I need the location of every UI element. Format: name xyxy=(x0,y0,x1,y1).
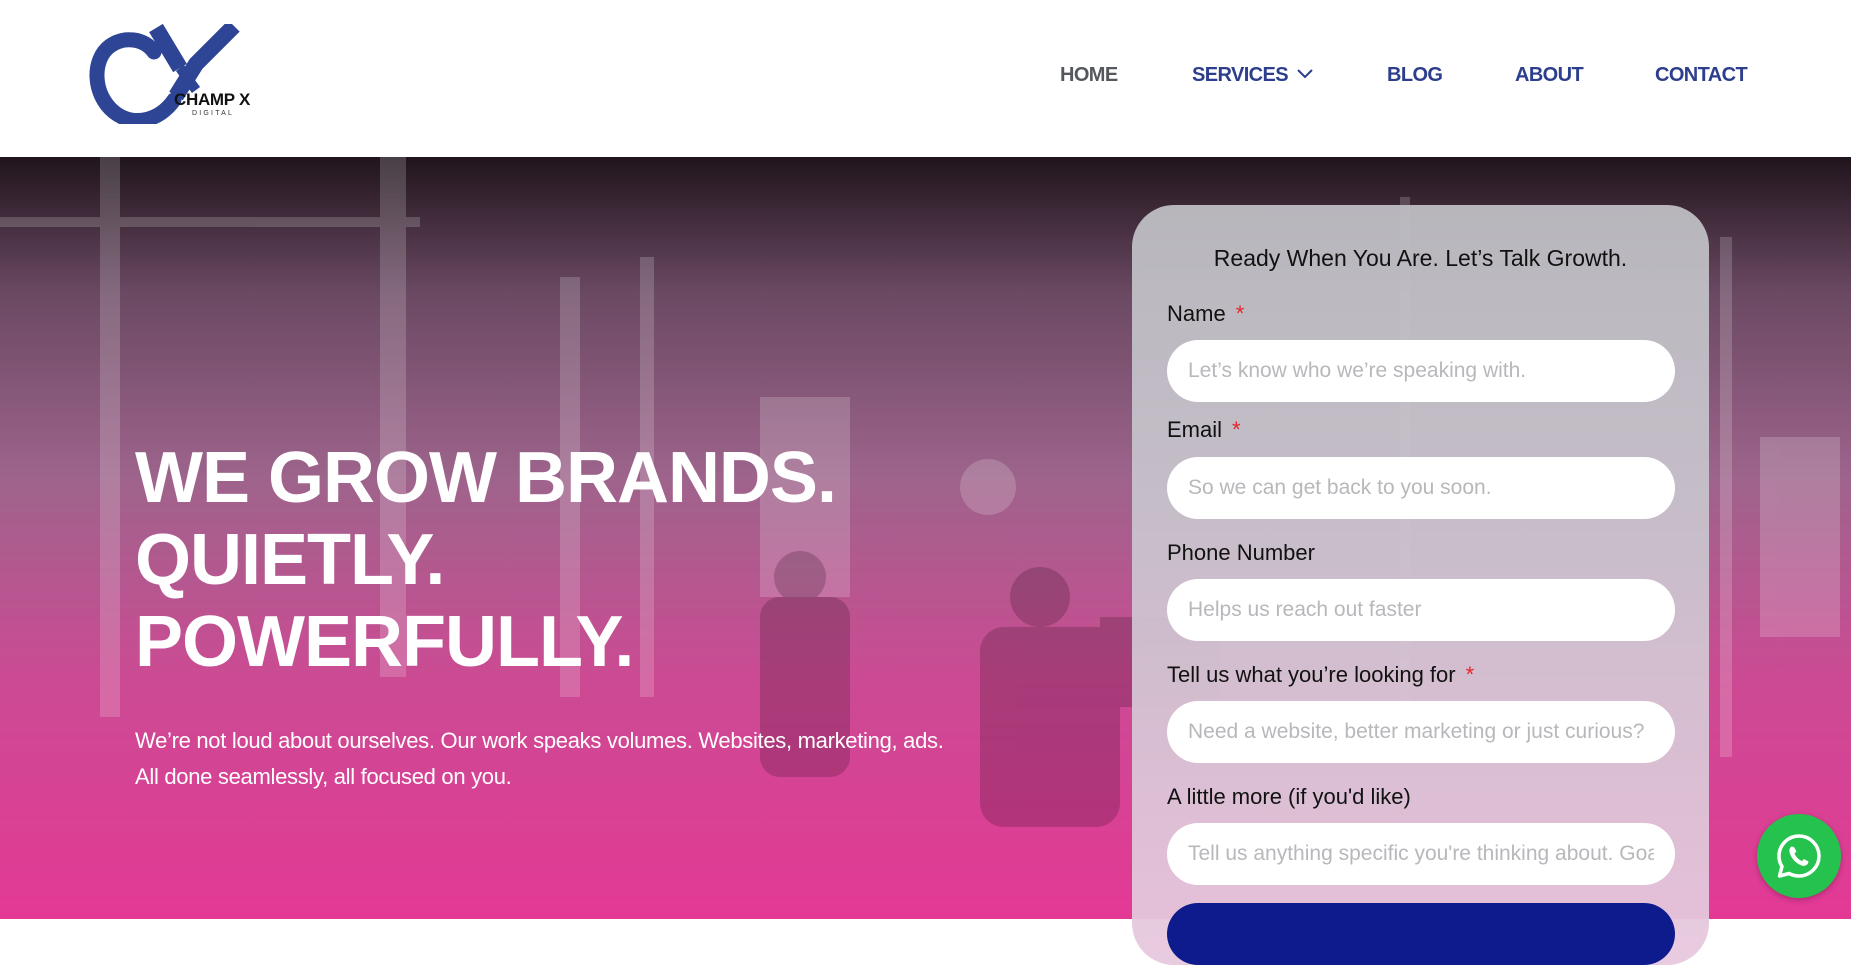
hero-title-line: WE GROW BRANDS. xyxy=(135,438,837,518)
nav-home[interactable]: HOME xyxy=(1060,64,1118,87)
details-input[interactable] xyxy=(1167,823,1675,885)
whatsapp-icon xyxy=(1777,834,1821,878)
phone-label: Phone Number xyxy=(1167,540,1315,566)
hero-title: WE GROW BRANDS. QUIETLY. POWERFULLY. xyxy=(135,437,1035,683)
phone-input[interactable] xyxy=(1167,579,1675,641)
main-nav: HOME SERVICES BLOG ABOUT CONTACT xyxy=(0,64,1851,94)
form-title: Ready When You Are. Let’s Talk Growth. xyxy=(1213,245,1628,271)
looking-for-input[interactable] xyxy=(1167,701,1675,763)
required-marker: * xyxy=(1465,662,1475,687)
details-label: A little more (if you'd like) xyxy=(1167,784,1411,810)
nav-blog[interactable]: BLOG xyxy=(1387,64,1443,87)
submit-button[interactable] xyxy=(1167,903,1675,965)
whatsapp-button[interactable] xyxy=(1757,814,1841,898)
email-label-text: Email xyxy=(1167,417,1223,442)
contact-form: Ready When You Are. Let’s Talk Growth. N… xyxy=(1132,205,1709,965)
site-header: CHAMP X DIGITAL HOME SERVICES BLOG ABOUT… xyxy=(0,0,1851,157)
name-label: Name * xyxy=(1167,301,1244,327)
nav-about[interactable]: ABOUT xyxy=(1515,64,1584,87)
hero-subtitle: We’re not loud about ourselves. Our work… xyxy=(135,723,1035,795)
looking-for-label: Tell us what you’re looking for * xyxy=(1167,662,1474,688)
email-input[interactable] xyxy=(1167,457,1675,519)
email-label: Email * xyxy=(1167,417,1241,443)
hero-subtitle-line: We’re not loud about ourselves. Our work… xyxy=(135,728,944,753)
required-marker: * xyxy=(1235,301,1245,326)
hero-title-line: POWERFULLY. xyxy=(135,602,634,682)
nav-services[interactable]: SERVICES xyxy=(1192,64,1314,87)
required-marker: * xyxy=(1232,417,1241,442)
details-label-text: A little more (if you'd like) xyxy=(1167,784,1411,809)
brand-tagline: DIGITAL xyxy=(192,110,235,117)
nav-services-label: SERVICES xyxy=(1192,64,1289,86)
hero-title-line: QUIETLY. xyxy=(135,520,445,600)
name-input[interactable] xyxy=(1167,340,1675,402)
chevron-down-icon xyxy=(1297,69,1313,79)
hero-subtitle-line: All done seamlessly, all focused on you. xyxy=(135,764,512,789)
nav-contact[interactable]: CONTACT xyxy=(1655,64,1748,87)
looking-for-label-text: Tell us what you’re looking for xyxy=(1167,662,1456,687)
name-label-text: Name xyxy=(1167,301,1226,326)
phone-label-text: Phone Number xyxy=(1167,540,1315,565)
